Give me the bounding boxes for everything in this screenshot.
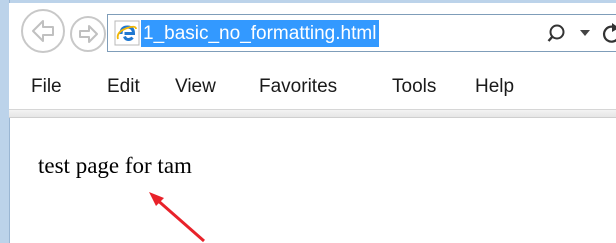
menu-view[interactable]: View [175,76,216,98]
navigation-bar: 1_basic_no_formatting.html [9,3,616,65]
back-arrow-icon [32,20,54,42]
address-bar[interactable]: 1_basic_no_formatting.html [107,14,616,52]
menu-favorites[interactable]: Favorites [259,76,337,98]
menu-help[interactable]: Help [475,76,514,98]
chevron-down-icon[interactable] [579,28,591,38]
page-content: test page for tam [10,118,616,243]
menu-edit[interactable]: Edit [107,76,140,98]
forward-arrow-icon [79,25,98,43]
annotation-arrow [149,192,205,243]
menu-file[interactable]: File [31,76,62,98]
chrome-separator [9,109,616,118]
refresh-icon[interactable] [600,21,616,47]
internet-explorer-icon [114,20,140,46]
address-text[interactable]: 1_basic_no_formatting.html [141,20,380,47]
menu-tools[interactable]: Tools [392,76,436,98]
back-button[interactable] [21,9,65,53]
forward-button[interactable] [70,16,106,52]
search-icon[interactable] [547,22,571,46]
menu-bar: File Edit View Favorites Tools Help [9,65,616,109]
